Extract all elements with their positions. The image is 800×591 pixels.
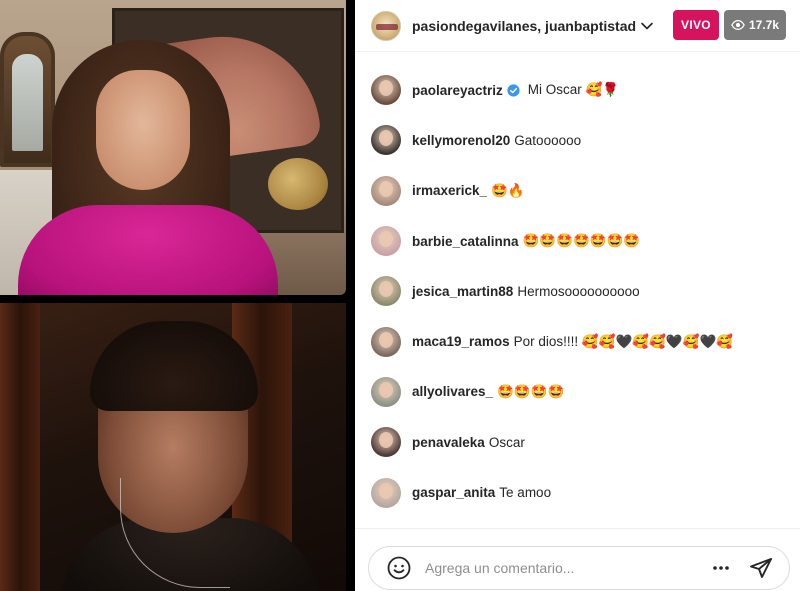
hosts-title[interactable]: pasiondegavilanes, juanbaptistad <box>412 18 636 34</box>
comment-item: kellymorenol20 Gatoooooo <box>355 115 800 165</box>
painting-fruit <box>268 158 328 210</box>
commenter-username[interactable]: gaspar_anita <box>412 485 495 500</box>
comment-item: penavaleka Oscar <box>355 417 800 467</box>
commenter-avatar[interactable] <box>371 75 401 106</box>
comment-message: Te amoo <box>499 485 552 501</box>
background-curtain-left <box>0 303 40 591</box>
commenter-username[interactable]: paolareyactriz <box>412 83 503 98</box>
more-options-icon[interactable] <box>709 556 733 580</box>
comment-item: allyolivares_ 🤩🤩🤩🤩 <box>355 367 800 417</box>
live-header: pasiondegavilanes, juanbaptistad VIVO 17… <box>355 0 800 52</box>
comment-item: paolareyactriz Mi Oscar 🥰🌹 <box>355 65 800 115</box>
comment-item: maca19_ramos Por dios!!!! 🥰🥰🖤🥰🥰🖤🥰🖤🥰 <box>355 316 800 366</box>
comment-message: 🤩🤩🤩🤩 <box>497 383 565 399</box>
background-mirror <box>0 32 55 167</box>
verified-badge-icon <box>507 84 520 97</box>
comment-message: Por dios!!!! 🥰🥰🖤🥰🥰🖤🥰🖤🥰 <box>513 333 734 349</box>
viewer-count-badge[interactable]: 17.7k <box>724 10 786 40</box>
commenter-username[interactable]: kellymorenol20 <box>412 133 510 148</box>
commenter-username[interactable]: jesica_martin88 <box>412 284 513 299</box>
comment-item: gaspar_anita Te amoo <box>355 467 800 517</box>
commenter-username[interactable]: irmaxerick_ <box>412 183 487 198</box>
commenter-username[interactable]: maca19_ramos <box>412 334 510 349</box>
profile-avatar-icon[interactable] <box>371 10 401 41</box>
commenter-avatar[interactable] <box>371 427 401 458</box>
comment-message: 🤩🔥 <box>491 182 525 198</box>
commenter-avatar[interactable] <box>371 276 401 307</box>
comment-message: 🤩🤩🤩🤩🤩🤩🤩 <box>522 233 641 249</box>
commenter-avatar[interactable] <box>371 376 401 407</box>
commenter-username[interactable]: penavaleka <box>412 435 485 450</box>
commenter-avatar[interactable] <box>371 326 401 357</box>
comment-composer <box>355 528 800 591</box>
comment-input[interactable] <box>425 560 703 576</box>
comment-message: Hermosoooooooooo <box>517 283 640 299</box>
host-camera-top <box>0 0 346 295</box>
comment-input-wrapper <box>368 546 790 590</box>
chevron-down-icon[interactable] <box>640 19 654 33</box>
comment-item: jesica_martin88 Hermosoooooooooo <box>355 266 800 316</box>
comment-item: barbie_catalinna 🤩🤩🤩🤩🤩🤩🤩 <box>355 216 800 266</box>
send-paper-plane-icon[interactable] <box>749 556 773 580</box>
commenter-username[interactable]: barbie_catalinna <box>412 234 519 249</box>
commenter-avatar[interactable] <box>371 175 401 206</box>
comment-message: Gatoooooo <box>514 132 582 148</box>
comment-message: Mi Oscar 🥰🌹 <box>527 82 620 98</box>
guest-camera-bottom <box>0 303 346 591</box>
comment-item: irmaxerick_ 🤩🔥 <box>355 166 800 216</box>
viewer-count: 17.7k <box>748 18 780 32</box>
commenter-username[interactable]: allyolivares_ <box>412 384 493 399</box>
comment-message: Oscar <box>488 434 525 450</box>
comment-list: paolareyactriz Mi Oscar 🥰🌹 kellymorenol2… <box>355 65 800 518</box>
smiley-icon[interactable] <box>387 556 411 580</box>
commenter-avatar[interactable] <box>371 125 401 156</box>
live-chat-panel: pasiondegavilanes, juanbaptistad VIVO 17… <box>355 0 800 591</box>
live-badge: VIVO <box>673 10 719 40</box>
commenter-avatar[interactable] <box>371 477 401 508</box>
commenter-avatar[interactable] <box>371 226 401 257</box>
host-face <box>96 70 190 190</box>
live-video-area <box>0 0 355 591</box>
eye-icon <box>731 19 745 31</box>
host-pink-blouse <box>18 205 278 295</box>
